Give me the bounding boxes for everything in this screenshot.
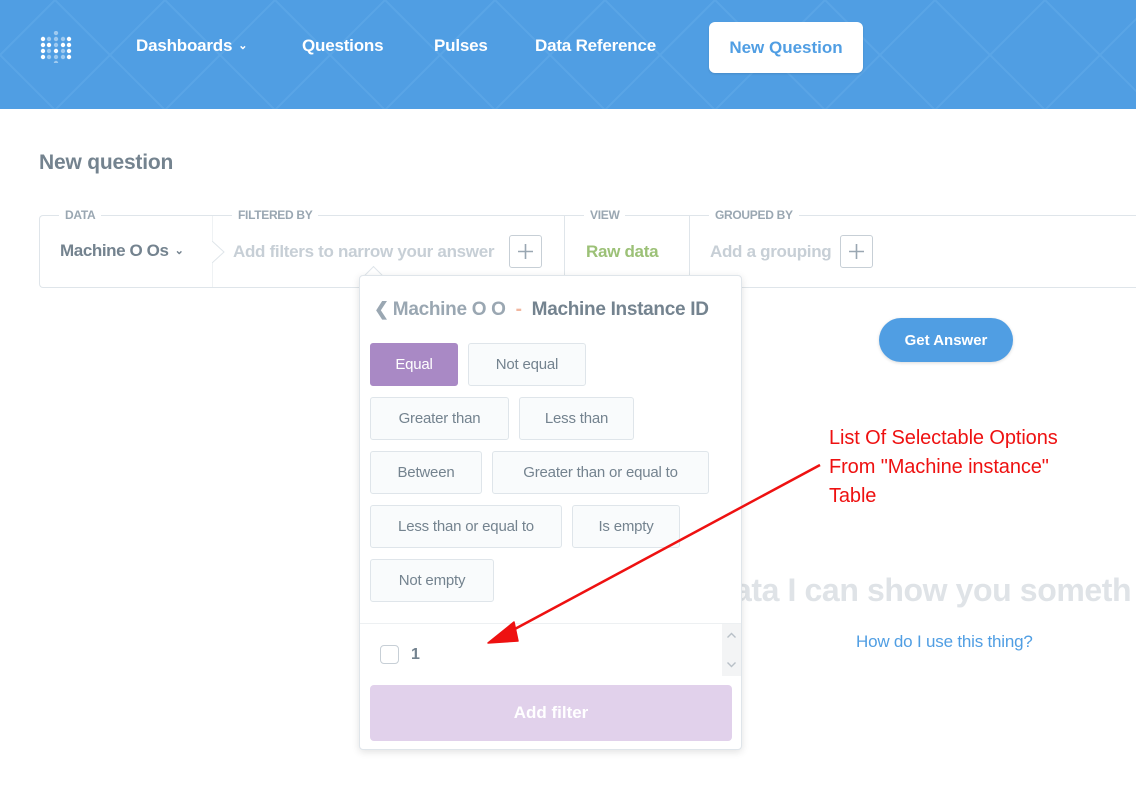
view-select[interactable]: Raw data	[586, 242, 659, 262]
annotation-line: Table	[829, 485, 877, 507]
filter-placeholder[interactable]: Add filters to narrow your answer	[233, 242, 495, 262]
operator-not-empty-button[interactable]: Not empty	[370, 559, 494, 602]
grouped-by-section-label: GROUPED BY	[709, 208, 799, 222]
nav-dashboards-label: Dashboards	[136, 36, 233, 55]
add-grouping-plus-button[interactable]	[840, 235, 873, 268]
header-separator: -	[515, 299, 522, 320]
annotation-text: List Of Selectable Options From "Machine…	[829, 424, 1058, 511]
chevron-left-icon: ❮	[374, 299, 389, 319]
operator-less-than-button[interactable]: Less than	[519, 397, 634, 440]
filter-popover: ❮ Machine O O - Machine Instance ID Equal N…	[359, 275, 742, 750]
get-answer-button[interactable]: Get Answer	[879, 318, 1013, 362]
nav-dashboards[interactable]: Dashboards ⌄	[136, 36, 247, 56]
operator-not-equal-button[interactable]: Not equal	[468, 343, 586, 386]
data-section-label: DATA	[59, 208, 102, 222]
nav-data-reference[interactable]: Data Reference	[535, 36, 656, 56]
operator-equal-button[interactable]: Equal	[370, 343, 458, 386]
operator-less-than-or-equal-button[interactable]: Less than or equal to	[370, 505, 562, 548]
view-section-label: VIEW	[584, 208, 626, 222]
value-options-list: 1	[360, 624, 741, 676]
plus-icon	[518, 244, 533, 259]
annotation-line: From "Machine instance"	[829, 456, 1049, 478]
value-option-label[interactable]: 1	[411, 646, 420, 664]
chevron-up-icon[interactable]	[726, 630, 737, 641]
top-nav: Dashboards ⌄ Questions Pulses Data Refere…	[0, 0, 1136, 109]
operator-between-button[interactable]: Between	[370, 451, 482, 494]
annotation-line: List Of Selectable Options	[829, 427, 1058, 449]
new-question-button[interactable]: New Question	[709, 22, 863, 73]
empty-state-hint: ata I can show you someth	[734, 572, 1132, 608]
chevron-down-icon: ⌄	[238, 40, 248, 52]
metabase-logo[interactable]	[40, 31, 72, 63]
operator-is-empty-button[interactable]: Is empty	[572, 505, 680, 548]
plus-icon	[849, 244, 864, 259]
help-link[interactable]: How do I use this thing?	[856, 632, 1033, 652]
operator-greater-than-button[interactable]: Greater than	[370, 397, 509, 440]
data-source-select[interactable]: Machine O Os ⌄	[60, 241, 184, 261]
value-list-scrollbar[interactable]	[722, 624, 741, 676]
data-source-value: Machine O Os	[60, 241, 169, 260]
popover-header: ❮ Machine O O - Machine Instance ID	[374, 299, 709, 321]
chevron-down-icon: ⌄	[174, 245, 184, 257]
add-filter-button[interactable]: Add filter	[370, 685, 732, 741]
filtered-by-section-label: FILTERED BY	[232, 208, 319, 222]
nav-pulses[interactable]: Pulses	[434, 36, 488, 56]
page-title: New question	[39, 151, 174, 174]
chevron-down-icon[interactable]	[726, 659, 737, 670]
add-filter-plus-button[interactable]	[509, 235, 542, 268]
nav-questions[interactable]: Questions	[302, 36, 384, 56]
grouping-placeholder[interactable]: Add a grouping	[710, 242, 832, 262]
value-checkbox[interactable]	[380, 645, 399, 664]
back-to-fields-button[interactable]: ❮ Machine O O	[374, 299, 506, 320]
table-name: Machine O O	[392, 299, 506, 320]
field-name: Machine Instance ID	[531, 299, 709, 320]
section-arrow-divider	[212, 216, 225, 287]
operator-greater-than-or-equal-button[interactable]: Greater than or equal to	[492, 451, 709, 494]
